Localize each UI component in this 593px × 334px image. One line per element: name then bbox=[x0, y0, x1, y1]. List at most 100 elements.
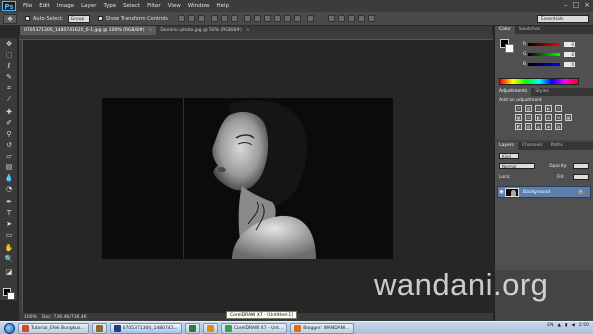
invert-icon[interactable]: ◩ bbox=[515, 123, 522, 130]
taskbar-item-3[interactable]: 0705371300_1480741... bbox=[109, 322, 182, 334]
transform-controls-checkbox[interactable] bbox=[97, 16, 103, 21]
eraser-tool-icon[interactable]: ▱ bbox=[4, 152, 14, 161]
tab-channels[interactable]: Channels bbox=[518, 142, 547, 150]
black-white-icon[interactable]: ◧ bbox=[535, 114, 542, 121]
levels-icon[interactable]: ▥ bbox=[525, 105, 532, 112]
brightness-contrast-icon[interactable]: ☼ bbox=[515, 105, 522, 112]
auto-select-dropdown[interactable]: Group bbox=[67, 14, 90, 23]
selective-color-icon[interactable]: ◈ bbox=[545, 123, 552, 130]
posterize-icon[interactable]: ▨ bbox=[525, 123, 532, 130]
green-value[interactable]: 0 bbox=[563, 52, 575, 57]
zoom-level[interactable]: 100% bbox=[24, 315, 37, 320]
distribute-left-icon[interactable] bbox=[273, 15, 281, 22]
eyedropper-tool-icon[interactable]: ⁄ bbox=[4, 95, 14, 104]
blend-mode-dropdown[interactable]: Normal bbox=[499, 163, 535, 169]
menu-type[interactable]: Type bbox=[103, 3, 116, 9]
auto-select-checkbox[interactable] bbox=[25, 16, 30, 21]
type-tool-icon[interactable]: T bbox=[4, 209, 14, 218]
hand-tool-icon[interactable]: ✋ bbox=[4, 244, 14, 253]
menu-view[interactable]: View bbox=[168, 3, 181, 9]
network-icon[interactable]: ▮ bbox=[565, 323, 567, 328]
move-tool-icon[interactable]: ✥ bbox=[4, 40, 14, 49]
align-left-icon[interactable] bbox=[210, 15, 218, 22]
3d-mode-scale-icon[interactable] bbox=[367, 15, 375, 22]
auto-align-icon[interactable] bbox=[306, 15, 314, 22]
gradient-tool-icon[interactable]: ▤ bbox=[4, 163, 14, 172]
align-bottom-icon[interactable] bbox=[197, 15, 205, 22]
distribute-bottom-icon[interactable] bbox=[263, 15, 271, 22]
hue-saturation-icon[interactable]: ▦ bbox=[515, 114, 522, 121]
red-value[interactable]: 0 bbox=[563, 42, 575, 47]
clone-stamp-tool-icon[interactable]: ⚲ bbox=[4, 130, 14, 139]
eye-icon[interactable]: ◉ bbox=[498, 189, 505, 195]
zoom-tool-icon[interactable]: 🔍 bbox=[4, 255, 14, 264]
3d-mode-slide-icon[interactable] bbox=[357, 15, 365, 22]
3d-mode-rotate-icon[interactable] bbox=[327, 15, 335, 22]
layer-filter-kind[interactable]: Kind bbox=[499, 153, 519, 159]
menu-select[interactable]: Select bbox=[123, 3, 140, 9]
tab-document-2[interactable]: Dominic-photo.jpg @ 50% (RGB/8#) × bbox=[156, 26, 253, 35]
background-color-swatch[interactable] bbox=[7, 292, 15, 300]
menu-edit[interactable]: Edit bbox=[39, 3, 50, 9]
menu-file[interactable]: File bbox=[23, 3, 32, 9]
menu-image[interactable]: Image bbox=[57, 3, 74, 9]
volume-icon[interactable]: ◀ bbox=[571, 323, 574, 328]
channel-mixer-icon[interactable]: ⊕ bbox=[555, 114, 562, 121]
color-lookup-icon[interactable]: ▦ bbox=[565, 114, 572, 121]
distribute-right-icon[interactable] bbox=[293, 15, 301, 22]
3d-mode-drag-icon[interactable] bbox=[347, 15, 355, 22]
healing-brush-tool-icon[interactable]: ✚ bbox=[4, 108, 14, 117]
blue-track[interactable] bbox=[527, 63, 560, 66]
tray-arrow-icon[interactable]: ▲ bbox=[557, 323, 560, 328]
workspace-dropdown[interactable]: Essentials bbox=[537, 15, 589, 23]
tab-color[interactable]: Color bbox=[495, 26, 515, 34]
align-right-icon[interactable] bbox=[230, 15, 238, 22]
taskbar-item-4[interactable] bbox=[184, 322, 200, 334]
default-colors-icon[interactable]: ◪ bbox=[4, 268, 14, 277]
taskbar-item-5[interactable] bbox=[202, 322, 218, 334]
document-size[interactable]: Doc: 736.4K/736.4K bbox=[42, 315, 87, 320]
menu-filter[interactable]: Filter bbox=[147, 3, 161, 9]
document-canvas[interactable] bbox=[102, 98, 393, 259]
horizontal-ruler[interactable] bbox=[19, 35, 493, 40]
minimize-icon[interactable]: – bbox=[564, 1, 568, 9]
green-track[interactable] bbox=[527, 53, 560, 56]
blue-slider[interactable]: B 0 bbox=[523, 62, 575, 67]
green-slider[interactable]: G 0 bbox=[523, 52, 575, 57]
menu-layer[interactable]: Layer bbox=[81, 3, 96, 9]
align-center-icon[interactable] bbox=[220, 15, 228, 22]
marquee-tool-icon[interactable]: ⬚ bbox=[4, 51, 14, 60]
opacity-field[interactable] bbox=[573, 163, 589, 169]
close-icon[interactable]: × bbox=[149, 26, 153, 35]
tab-adjustments[interactable]: Adjustments bbox=[495, 88, 532, 96]
gradient-map-icon[interactable]: ▤ bbox=[555, 123, 562, 130]
crop-tool-icon[interactable]: ⌗ bbox=[4, 84, 14, 93]
taskbar-item-2[interactable] bbox=[91, 322, 107, 334]
quick-select-tool-icon[interactable]: ✎ bbox=[4, 73, 14, 82]
tab-swatches[interactable]: Swatches bbox=[515, 26, 545, 34]
maximize-icon[interactable]: □ bbox=[573, 1, 580, 9]
taskbar-item-7[interactable]: Blogger: WANDANI... bbox=[290, 322, 354, 334]
blue-value[interactable]: 0 bbox=[563, 62, 575, 67]
photo-filter-icon[interactable]: ◎ bbox=[545, 114, 552, 121]
distribute-top-icon[interactable] bbox=[243, 15, 251, 22]
menu-window[interactable]: Window bbox=[188, 3, 210, 9]
align-middle-icon[interactable] bbox=[187, 15, 195, 22]
color-balance-icon[interactable]: ⚖ bbox=[525, 114, 532, 121]
pen-tool-icon[interactable]: ✒ bbox=[4, 198, 14, 207]
history-brush-tool-icon[interactable]: ↺ bbox=[4, 141, 14, 150]
tab-paths[interactable]: Paths bbox=[547, 142, 567, 150]
move-tool-preset-icon[interactable]: ✥ bbox=[3, 13, 17, 24]
close-icon[interactable]: × bbox=[584, 1, 590, 9]
distribute-middle-icon[interactable] bbox=[253, 15, 261, 22]
tab-document-1[interactable]: 0705371300_1480741620_6-1.jpg @ 100% (RG… bbox=[20, 26, 157, 35]
red-track[interactable] bbox=[527, 43, 560, 46]
brush-tool-icon[interactable]: ✐ bbox=[4, 119, 14, 128]
red-slider[interactable]: R 0 bbox=[523, 42, 575, 47]
language-indicator[interactable]: EN bbox=[547, 323, 553, 328]
vertical-ruler[interactable] bbox=[19, 40, 23, 313]
threshold-icon[interactable]: ◭ bbox=[535, 123, 542, 130]
vertical-guide[interactable] bbox=[183, 98, 184, 259]
path-select-tool-icon[interactable]: ➤ bbox=[4, 220, 14, 229]
align-top-icon[interactable] bbox=[177, 15, 185, 22]
